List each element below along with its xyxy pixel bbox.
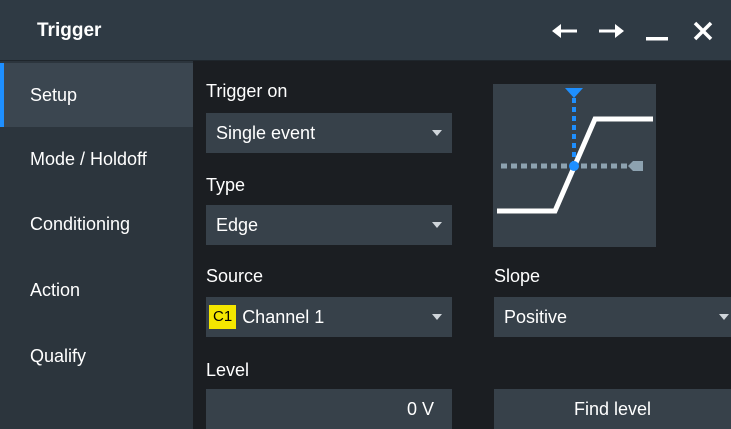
channel-chip: C1 (209, 305, 237, 329)
dropdown-caret-icon (432, 130, 442, 136)
sidebar-item-label: Conditioning (30, 213, 131, 234)
dropdown-caret-icon (719, 314, 729, 320)
arrow-left-icon[interactable] (550, 20, 580, 47)
trigger-on-value: Single event (216, 122, 316, 143)
dropdown-caret-icon (432, 222, 442, 228)
sidebar-item-label: Action (30, 279, 81, 300)
sidebar-item-setup[interactable]: Setup (0, 63, 193, 127)
sidebar-item-qualify[interactable]: Qualify (0, 324, 193, 388)
arrow-right-icon[interactable] (596, 20, 626, 47)
sidebar-item-label: Mode / Holdoff (30, 148, 147, 169)
source-value: Channel 1 (242, 306, 325, 327)
sidebar: Setup Mode / Holdoff Conditioning Action… (0, 61, 193, 429)
sidebar-item-conditioning[interactable]: Conditioning (0, 192, 193, 256)
level-input[interactable]: 0 V (206, 389, 452, 429)
close-icon[interactable] (692, 20, 714, 47)
type-dropdown[interactable]: Edge (206, 205, 452, 245)
level-label: Level (206, 360, 250, 380)
trigger-on-label: Trigger on (206, 81, 288, 101)
type-value: Edge (216, 214, 259, 235)
find-level-label: Find level (573, 398, 652, 419)
title-bar: Trigger (0, 0, 731, 61)
slope-value: Positive (504, 306, 568, 327)
minimize-icon[interactable] (645, 20, 669, 47)
edge-trigger-preview-icon (493, 84, 656, 247)
source-dropdown[interactable]: C1 Channel 1 (206, 297, 452, 337)
slope-label: Slope (494, 266, 541, 286)
trigger-on-dropdown[interactable]: Single event (206, 113, 452, 153)
window-title: Trigger (37, 20, 102, 41)
sidebar-item-label: Qualify (30, 345, 87, 366)
dropdown-caret-icon (432, 314, 442, 320)
type-label: Type (206, 175, 246, 195)
level-value: 0 V (406, 398, 434, 419)
find-level-button[interactable]: Find level (494, 389, 731, 429)
setup-panel: Trigger on Single event Type Edge Source… (193, 61, 731, 429)
sidebar-item-action[interactable]: Action (0, 258, 193, 322)
source-label: Source (206, 266, 264, 286)
slope-dropdown[interactable]: Positive (494, 297, 731, 337)
sidebar-item-label: Setup (30, 84, 78, 105)
sidebar-item-mode-holdoff[interactable]: Mode / Holdoff (0, 127, 193, 191)
